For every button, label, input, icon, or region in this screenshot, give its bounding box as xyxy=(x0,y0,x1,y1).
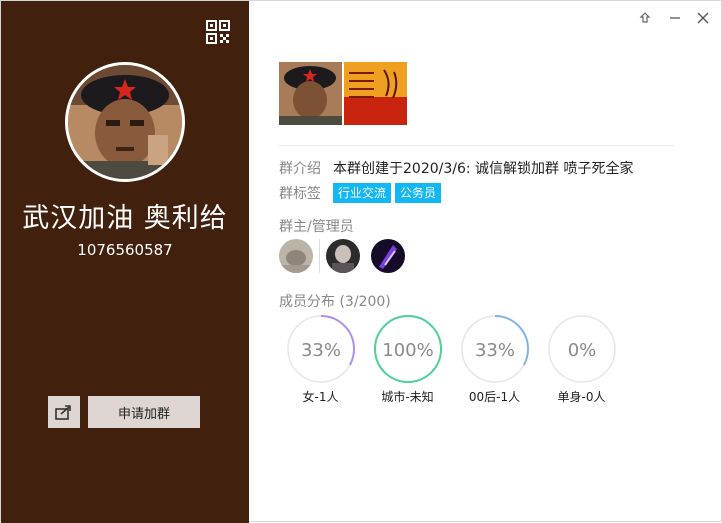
stat-caption: 00后-1人 xyxy=(468,390,521,404)
stat-caption: 女-1人 xyxy=(302,390,339,404)
divider xyxy=(279,145,675,146)
stat-caption: 城市-未知 xyxy=(381,390,434,404)
group-id: 1076560587 xyxy=(77,241,173,259)
stat-gender[interactable]: 33% 女-1人 xyxy=(277,314,364,405)
admins-label: 群主/管理员 xyxy=(279,219,354,235)
stat-city[interactable]: 100% 城市-未知 xyxy=(364,314,451,405)
stat-single[interactable]: 0% 单身-0人 xyxy=(538,314,625,405)
group-name: 武汉加油 奥利给 xyxy=(22,203,228,234)
intro-label: 群介绍 xyxy=(279,161,321,177)
svg-text:100%: 100% xyxy=(382,340,433,361)
admin-avatar[interactable] xyxy=(326,239,360,273)
stat-caption: 单身-0人 xyxy=(557,390,606,404)
profile-panel: 武汉加油 奥利给 1076560587 申请加群 xyxy=(1,1,249,523)
svg-text:33%: 33% xyxy=(474,340,514,361)
group-info-window: 武汉加油 奥利给 1076560587 申请加群 群介绍 本群创建于2020/3… xyxy=(0,0,722,523)
share-icon xyxy=(55,405,71,420)
tag-industry[interactable]: 行业交流 xyxy=(333,183,392,203)
distribution-count: (3/200) xyxy=(339,294,391,310)
minimize-icon[interactable] xyxy=(666,9,684,27)
tag-list: 行业交流 公务员 xyxy=(333,183,442,203)
pin-icon[interactable] xyxy=(636,9,654,27)
group-photos xyxy=(279,62,407,125)
intro-text: 本群创建于2020/3/6: 诚信解锁加群 喷子死全家 xyxy=(333,161,634,177)
close-icon[interactable] xyxy=(694,9,712,27)
svg-text:33%: 33% xyxy=(300,340,340,361)
stat-age[interactable]: 33% 00后-1人 xyxy=(451,314,538,405)
owner-avatar[interactable] xyxy=(279,239,313,273)
member-stats: 33% 女-1人 100% 城市-未知 33% 00后-1人 0% 单身-0人 xyxy=(277,314,625,405)
distribution-label: 成员分布 (3/200) xyxy=(279,294,391,310)
admin-avatar[interactable] xyxy=(371,239,405,273)
admin-list xyxy=(279,239,405,273)
group-avatar[interactable] xyxy=(65,62,185,182)
svg-text:0%: 0% xyxy=(567,340,596,361)
qr-code-icon[interactable] xyxy=(206,20,230,44)
tag-civil-servant[interactable]: 公务员 xyxy=(395,183,442,203)
join-group-button[interactable]: 申请加群 xyxy=(88,396,200,428)
admin-divider xyxy=(319,239,320,273)
tags-label: 群标签 xyxy=(279,186,321,202)
share-button[interactable] xyxy=(48,396,80,428)
group-photo[interactable] xyxy=(344,62,407,125)
group-photo[interactable] xyxy=(279,62,342,125)
